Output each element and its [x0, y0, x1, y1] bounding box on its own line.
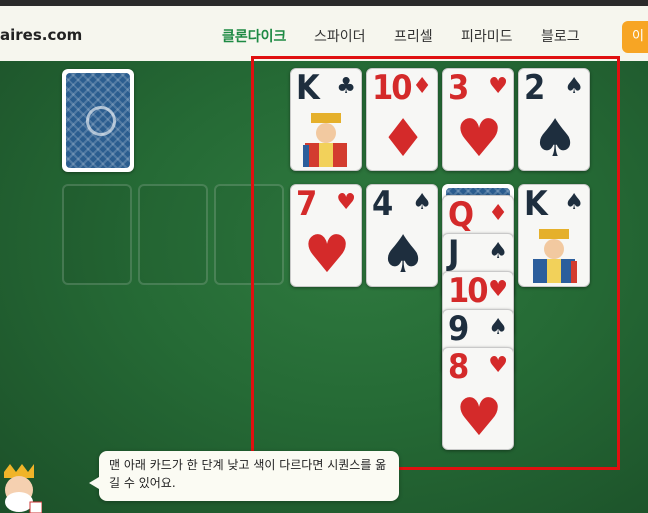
hint-text: 맨 아래 카드가 한 단계 낮고 색이 다르다면 시퀀스를 옮길 수 있어요. — [109, 458, 387, 490]
cta-button[interactable]: 이 — [622, 21, 648, 53]
hint-bubble: 맨 아래 카드가 한 단계 낮고 색이 다르다면 시퀀스를 옮길 수 있어요. — [89, 451, 399, 501]
site-logo[interactable]: aires.com — [0, 26, 82, 44]
nav-link-pyramid[interactable]: 피라미드 — [461, 26, 513, 46]
nav-link-spider[interactable]: 스파이더 — [314, 26, 366, 46]
nav-link-klondike[interactable]: 클론다이크 — [222, 26, 286, 46]
stock-pile-card-back[interactable] — [62, 69, 134, 172]
king-mascot-icon — [4, 464, 42, 513]
top-navigation: aires.com 클론다이크 스파이더 프리셀 피라미드 블로그 이 — [0, 6, 648, 62]
empty-slot[interactable] — [62, 184, 132, 285]
empty-slot[interactable] — [138, 184, 208, 285]
highlight-box — [251, 56, 620, 470]
nav-link-freecell[interactable]: 프리셀 — [394, 26, 433, 46]
nav-link-blog[interactable]: 블로그 — [541, 26, 580, 46]
